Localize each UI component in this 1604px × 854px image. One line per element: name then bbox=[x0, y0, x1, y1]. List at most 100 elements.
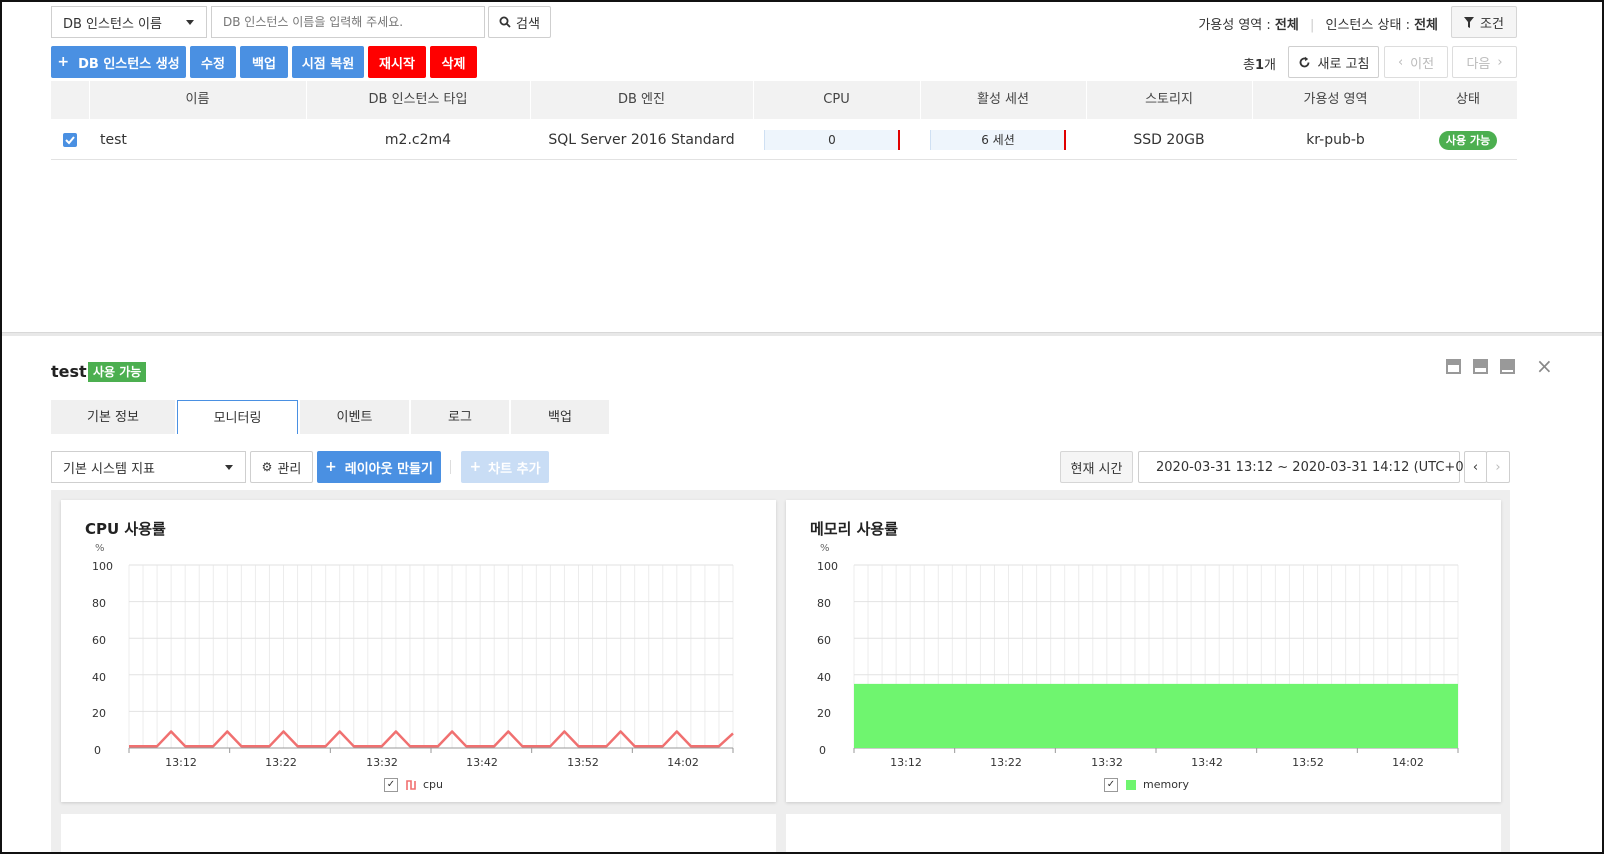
filter-icon bbox=[1464, 16, 1475, 28]
cpu-chart-card: CPU 사용률 % 100 80 60 40 20 0 13:12 13:22 … bbox=[61, 500, 776, 802]
time-range-label: 2020-03-31 13:12 ~ 2020-03-31 14:12 (UTC… bbox=[1156, 459, 1498, 475]
dock-middle-icon[interactable] bbox=[1473, 359, 1488, 374]
dock-bottom-icon[interactable] bbox=[1500, 359, 1515, 374]
cpu-gauge: 0 bbox=[764, 130, 900, 150]
tab-basic-info[interactable]: 기본 정보 bbox=[51, 400, 175, 435]
zone-filter-value: 전체 bbox=[1274, 18, 1299, 33]
create-instance-label: DB 인스턴스 생성 bbox=[78, 56, 180, 72]
memory-legend-swatch bbox=[1126, 780, 1136, 790]
chart-card-lower-right bbox=[786, 814, 1501, 854]
row-checkbox[interactable] bbox=[63, 133, 77, 147]
status-filter-value: 전체 bbox=[1414, 18, 1438, 33]
chevron-right-icon: › bbox=[1497, 54, 1503, 70]
prev-page-label: 이전 bbox=[1410, 56, 1435, 72]
chevron-left-icon: ‹ bbox=[1472, 459, 1479, 475]
refresh-button-label: 새로 고침 bbox=[1317, 56, 1370, 72]
sessions-gauge-value: 6 세션 bbox=[981, 133, 1015, 147]
column-header-sessions[interactable]: 활성 세션 bbox=[920, 81, 1086, 119]
column-header-zone[interactable]: 가용성 영역 bbox=[1252, 81, 1419, 119]
delete-button-label: 삭제 bbox=[441, 56, 466, 72]
edit-button[interactable]: 수정 bbox=[190, 46, 236, 78]
column-header-storage[interactable]: 스토리지 bbox=[1086, 81, 1252, 119]
total-count: 총1개 bbox=[1243, 58, 1276, 73]
x-tick: 14:02 bbox=[1392, 756, 1424, 769]
manage-button-label: 관리 bbox=[277, 461, 302, 477]
refresh-button[interactable]: 새로 고침 bbox=[1288, 46, 1379, 78]
time-range-picker[interactable]: 2020-03-31 13:12 ~ 2020-03-31 14:12 (UTC… bbox=[1138, 451, 1498, 483]
prev-page-button[interactable]: ‹ 이전 bbox=[1384, 46, 1448, 78]
x-tick: 13:52 bbox=[1292, 756, 1324, 769]
tab-backup[interactable]: 백업 bbox=[511, 400, 609, 435]
edit-button-label: 수정 bbox=[201, 56, 225, 72]
status-badge: 사용 가능 bbox=[1438, 131, 1498, 150]
next-page-button[interactable]: 다음 › bbox=[1452, 46, 1517, 78]
cpu-gauge-value: 0 bbox=[828, 133, 836, 147]
tab-events[interactable]: 이벤트 bbox=[300, 400, 409, 435]
search-button-label: 검색 bbox=[516, 16, 540, 32]
make-layout-button[interactable]: + 레이아웃 만들기 bbox=[317, 451, 441, 483]
cpu-line bbox=[129, 730, 734, 748]
detail-title: test bbox=[51, 362, 87, 381]
x-tick: 13:52 bbox=[567, 756, 599, 769]
plus-icon: + bbox=[57, 54, 70, 70]
cell-type: m2.c2m4 bbox=[384, 132, 452, 148]
cpu-legend-checkbox[interactable]: ✓ bbox=[384, 778, 398, 792]
restore-button-label: 시점 복원 bbox=[301, 56, 355, 72]
condition-button-label: 조건 bbox=[1480, 16, 1504, 32]
x-tick: 13:22 bbox=[990, 756, 1022, 769]
restore-button[interactable]: 시점 복원 bbox=[292, 46, 364, 78]
plus-icon: + bbox=[325, 459, 337, 475]
search-field-select[interactable]: DB 인스턴스 이름 bbox=[51, 6, 207, 38]
cell-storage: SSD 20GB bbox=[1133, 132, 1205, 148]
column-header-name[interactable]: 이름 bbox=[89, 81, 306, 119]
metric-select[interactable]: 기본 시스템 지표 bbox=[51, 451, 246, 483]
search-input[interactable] bbox=[211, 6, 485, 38]
next-page-label: 다음 bbox=[1466, 56, 1491, 72]
backup-button[interactable]: 백업 bbox=[240, 46, 288, 78]
manage-button[interactable]: ⚙ 관리 bbox=[250, 451, 313, 483]
x-tick: 13:32 bbox=[1091, 756, 1123, 769]
memory-area bbox=[854, 683, 1458, 748]
x-tick: 13:42 bbox=[466, 756, 498, 769]
create-instance-button[interactable]: + DB 인스턴스 생성 bbox=[51, 46, 186, 78]
current-time-button[interactable]: 현재 시간 bbox=[1060, 451, 1133, 483]
metric-select-label: 기본 시스템 지표 bbox=[63, 461, 155, 477]
cell-zone: kr-pub-b bbox=[1306, 132, 1365, 148]
time-next-button[interactable]: › bbox=[1486, 451, 1510, 483]
chevron-down-icon bbox=[186, 20, 194, 25]
condition-button[interactable]: 조건 bbox=[1451, 6, 1517, 38]
add-chart-label: 차트 추가 bbox=[488, 461, 541, 477]
memory-chart-card: 메모리 사용률 % 100 80 60 40 20 0 13:12 13:22 … bbox=[786, 500, 1501, 802]
restart-button-label: 재시작 bbox=[379, 56, 415, 72]
restart-button[interactable]: 재시작 bbox=[368, 46, 426, 78]
time-prev-button[interactable]: ‹ bbox=[1464, 451, 1487, 483]
chevron-down-icon bbox=[225, 465, 233, 470]
column-header-status[interactable]: 상태 bbox=[1419, 81, 1517, 119]
cpu-legend-label: cpu bbox=[423, 778, 444, 791]
memory-legend-checkbox[interactable]: ✓ bbox=[1104, 778, 1118, 792]
column-header-engine[interactable]: DB 엔진 bbox=[530, 81, 753, 119]
detail-status-badge: 사용 가능 bbox=[88, 362, 147, 382]
x-tick: 14:02 bbox=[667, 756, 699, 769]
x-tick: 13:42 bbox=[1191, 756, 1223, 769]
dock-top-icon[interactable] bbox=[1446, 359, 1461, 374]
tab-logs[interactable]: 로그 bbox=[411, 400, 509, 435]
search-button[interactable]: 검색 bbox=[488, 6, 551, 38]
plus-icon: + bbox=[469, 459, 482, 475]
column-header-type[interactable]: DB 인스턴스 타입 bbox=[306, 81, 530, 119]
total-count-value: 1 bbox=[1254, 58, 1265, 73]
make-layout-label: 레이아웃 만들기 bbox=[344, 461, 433, 477]
tab-monitoring[interactable]: 모니터링 bbox=[177, 400, 298, 435]
add-chart-button[interactable]: + 차트 추가 bbox=[461, 451, 549, 483]
chevron-right-icon: › bbox=[1495, 459, 1501, 475]
cell-name: test bbox=[100, 132, 127, 148]
search-field-select-label: DB 인스턴스 이름 bbox=[63, 16, 162, 32]
x-tick: 13:12 bbox=[165, 756, 197, 769]
panel-splitter[interactable] bbox=[0, 332, 1604, 336]
column-header-cpu[interactable]: CPU bbox=[753, 81, 920, 119]
close-icon[interactable]: × bbox=[1536, 356, 1553, 376]
delete-button[interactable]: 삭제 bbox=[430, 46, 477, 78]
tab-underline bbox=[51, 434, 1510, 435]
gear-icon: ⚙ bbox=[261, 460, 273, 474]
cell-status: 사용 가능 bbox=[1419, 122, 1517, 158]
